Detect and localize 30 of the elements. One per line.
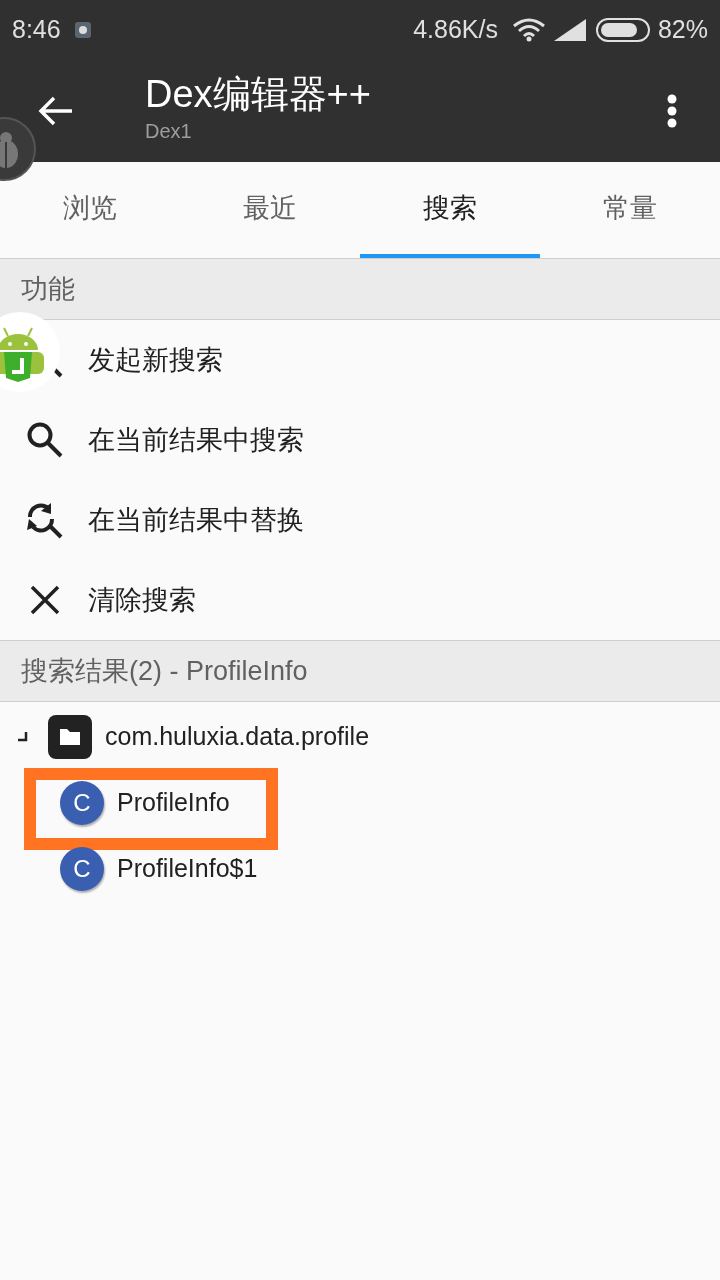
class-badge: C — [60, 847, 104, 891]
wifi-icon — [511, 18, 546, 42]
battery-icon — [595, 18, 650, 42]
tree-item-label[interactable]: com.huluxia.data.profile — [105, 718, 370, 756]
tab[interactable]: 常量 — [540, 162, 720, 258]
tree-item-label[interactable]: ProfileInfo$1 — [117, 850, 258, 888]
section-header: 搜索结果(2) - ProfileInfo — [0, 640, 720, 702]
signal-icon — [553, 19, 586, 41]
battery-percent: 82% — [657, 14, 708, 46]
network-speed: 4.86K/s — [413, 14, 498, 46]
notification-icon — [74, 22, 91, 38]
menu-item[interactable]: 在当前结果中搜索 — [88, 419, 304, 461]
back-button[interactable] — [38, 95, 74, 127]
tab[interactable]: 最近 — [180, 162, 360, 258]
replace-icon — [25, 501, 65, 539]
close-icon — [29, 584, 61, 616]
app-subtitle: Dex1 — [145, 119, 193, 144]
menu-item[interactable]: 发起新搜索 — [88, 339, 223, 381]
tree-item-label[interactable]: ProfileInfo — [117, 784, 230, 822]
class-badge: C — [60, 781, 104, 825]
ladybug-bubble-icon[interactable] — [0, 116, 36, 182]
expander-icon[interactable] — [18, 732, 28, 742]
menu-item[interactable]: 在当前结果中替换 — [88, 499, 304, 541]
section-header: 功能 — [0, 258, 720, 320]
menu-item[interactable]: 清除搜索 — [88, 579, 196, 621]
tab[interactable]: 浏览 — [0, 162, 180, 258]
clock: 8:46 — [12, 14, 61, 46]
folder-icon — [48, 715, 92, 759]
search-icon — [26, 421, 64, 459]
app-title: Dex编辑器++ — [145, 72, 372, 117]
